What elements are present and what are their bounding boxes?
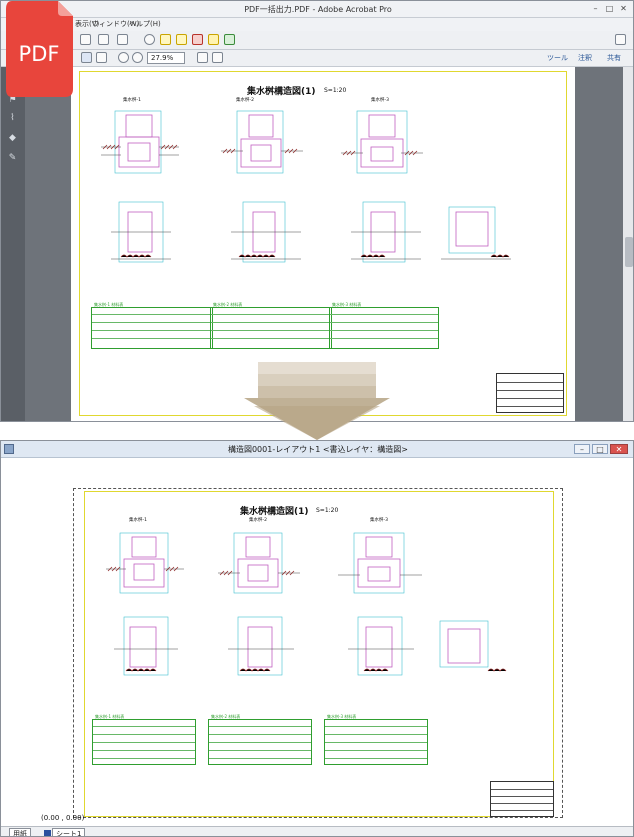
fit-page-icon[interactable] (197, 52, 208, 63)
cursor-coordinates: (0.00 , 0.00) (41, 814, 85, 822)
zoom-out-icon[interactable] (118, 52, 129, 63)
scrollbar-thumb[interactable] (625, 237, 633, 267)
minimize-icon[interactable]: – (590, 4, 601, 14)
title-block (490, 781, 554, 817)
maximize-icon[interactable]: □ (604, 4, 615, 14)
menu-help[interactable]: ヘルプ(H) (129, 19, 161, 29)
pdf-create-icon[interactable] (192, 34, 203, 45)
material-table: 集水桝-1 材料表 (92, 714, 196, 765)
material-table: 集水桝-2 材料表 (208, 714, 312, 765)
cad-paper-outline: 集水桝構造図(1) S=1:20 集水桝-1 集水桝-2 集水桝-3 集水桝-1… (73, 488, 563, 818)
minimize-icon[interactable]: – (574, 444, 590, 454)
material-table-name: 集水桝-2 材料表 (211, 714, 241, 719)
tools-link[interactable]: ツール (547, 53, 568, 63)
material-table: 集水桝-2 材料表 (210, 302, 332, 349)
acrobat-menu-bar: 表示(V) ウィンドウ(W) ヘルプ(H) (1, 18, 633, 31)
cad-drawing-area[interactable]: 集水桝構造図(1) S=1:20 集水桝-1 集水桝-2 集水桝-3 集水桝-1… (3, 458, 633, 826)
acrobat-navigation-bar: 27.9% ツール 注釈 共有 (1, 50, 633, 67)
comment-icon[interactable] (160, 34, 171, 45)
zoom-in-icon[interactable] (132, 52, 143, 63)
cad-title-bar: 構造図0001-レイアウト1 <書込レイヤ：構造図> – □ ✕ (1, 441, 633, 458)
tab-sheet1[interactable]: シート1 (52, 828, 86, 836)
highlight-icon[interactable] (176, 34, 187, 45)
settings-icon[interactable] (144, 34, 155, 45)
acrobat-left-panel: ⚑ ⌇ ◆ ✎ (1, 67, 25, 421)
acrobat-title-bar: PDF一括出力.PDF - Adobe Acrobat Pro – □ ✕ (1, 1, 633, 18)
material-table: 集水桝-3 材料表 (329, 302, 439, 349)
acrobat-window-title: PDF一括出力.PDF - Adobe Acrobat Pro (244, 5, 392, 14)
close-icon[interactable]: ✕ (610, 444, 628, 454)
export-icon[interactable] (208, 34, 219, 45)
down-arrow-icon (244, 362, 390, 440)
material-table-name: 集水桝-1 材料表 (94, 302, 124, 307)
material-table-name: 集水桝-3 材料表 (327, 714, 357, 719)
material-table-name: 集水桝-1 材料表 (95, 714, 125, 719)
select-cursor-icon[interactable] (81, 52, 92, 63)
structure-drawing (106, 532, 507, 676)
tab-paper[interactable]: 用紙 (9, 828, 31, 836)
comment-link[interactable]: 注釈 (578, 53, 592, 63)
pdf-logo-icon: PDF (6, 1, 73, 97)
print-icon[interactable] (98, 34, 109, 45)
material-table-name: 集水桝-3 材料表 (332, 302, 362, 307)
attachment-icon[interactable]: ⌇ (7, 113, 18, 124)
save-icon[interactable] (80, 34, 91, 45)
pdf-logo-text: PDF (19, 42, 60, 66)
zoom-level-input[interactable]: 27.9% (147, 52, 185, 64)
sign-icon[interactable] (224, 34, 235, 45)
acrobat-window: PDF一括出力.PDF - Adobe Acrobat Pro – □ ✕ 表示… (0, 0, 634, 422)
acrobat-scrollbar[interactable] (623, 67, 633, 421)
close-icon[interactable]: ✕ (618, 4, 629, 14)
fit-width-icon[interactable] (212, 52, 223, 63)
layers-icon[interactable]: ◆ (7, 133, 18, 144)
cad-window-title: 構造図0001-レイアウト1 <書込レイヤ：構造図> (227, 445, 409, 454)
expand-icon[interactable] (615, 34, 626, 45)
cad-sheet-tabs: 用紙 シート1 (1, 826, 633, 836)
cad-window: 構造図0001-レイアウト1 <書込レイヤ：構造図> – □ ✕ 集水桝構造図(… (0, 440, 634, 837)
maximize-icon[interactable]: □ (592, 444, 608, 454)
email-icon[interactable] (117, 34, 128, 45)
material-table-name: 集水桝-2 材料表 (213, 302, 243, 307)
material-table: 集水桝-1 材料表 (91, 302, 213, 349)
share-link[interactable]: 共有 (607, 53, 621, 63)
title-block (496, 373, 564, 413)
hand-tool-icon[interactable] (96, 52, 107, 63)
sheet-color-icon (44, 830, 51, 836)
acrobat-toolbar (1, 31, 633, 50)
material-table: 集水桝-3 材料表 (324, 714, 428, 765)
signature-icon[interactable]: ✎ (7, 153, 18, 164)
